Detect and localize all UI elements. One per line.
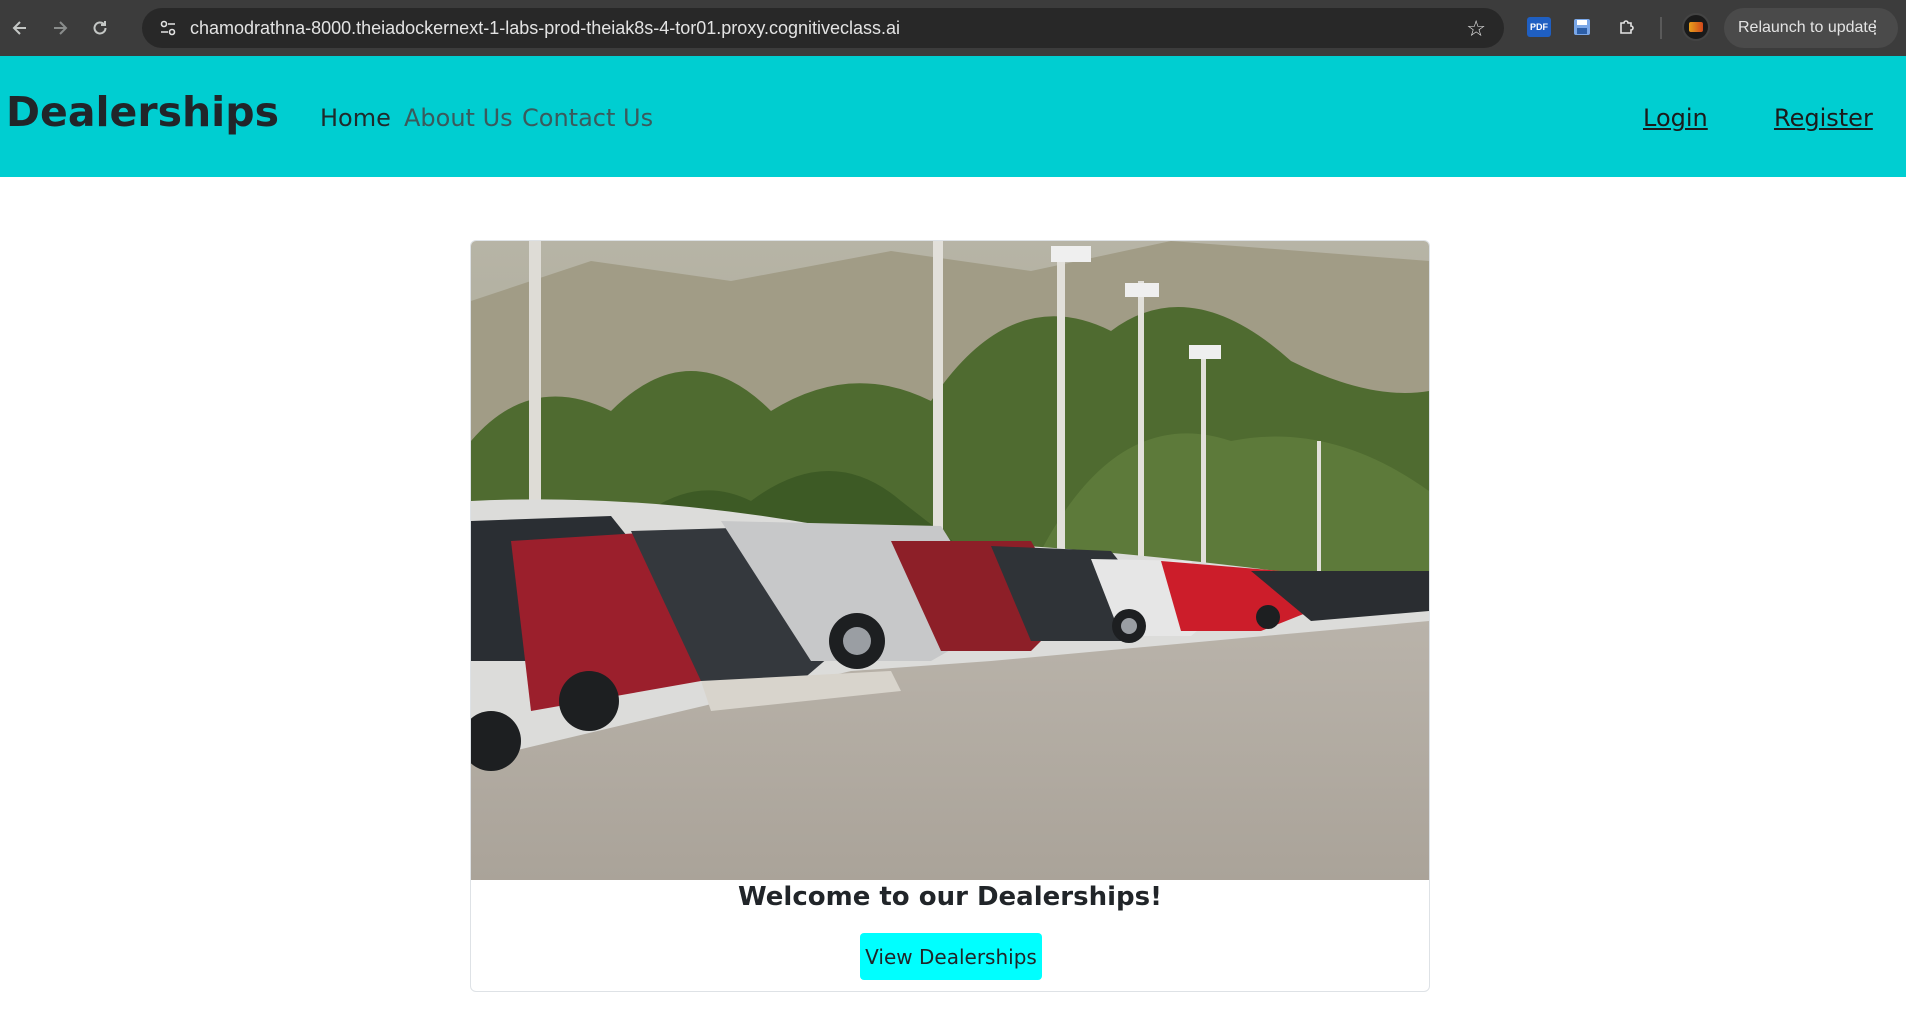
brand-title[interactable]: Dealerships <box>6 88 279 136</box>
register-link[interactable]: Register <box>1774 104 1873 132</box>
save-icon[interactable] <box>1567 12 1597 42</box>
star-icon[interactable]: ☆ <box>1466 16 1486 42</box>
avatar[interactable] <box>1682 13 1710 41</box>
pdf-extension-icon[interactable]: PDF <box>1524 12 1554 42</box>
site-navbar: Dealerships Home About Us Contact Us Log… <box>0 56 1906 177</box>
back-arrow-icon[interactable] <box>0 8 40 48</box>
login-link[interactable]: Login <box>1643 104 1708 132</box>
view-dealerships-button[interactable]: View Dealerships <box>860 933 1042 980</box>
car-lot-image <box>471 241 1429 880</box>
welcome-card: Welcome to our Dealerships! View Dealers… <box>470 240 1430 992</box>
address-bar[interactable]: chamodrathna-8000.theiadockernext-1-labs… <box>142 8 1504 48</box>
tune-icon[interactable] <box>150 19 186 37</box>
toolbar-divider <box>1660 17 1662 39</box>
welcome-title: Welcome to our Dealerships! <box>738 882 1162 912</box>
url-text[interactable]: chamodrathna-8000.theiadockernext-1-labs… <box>190 18 900 39</box>
relaunch-button[interactable]: Relaunch to update ⋮ <box>1724 8 1898 48</box>
nav-about-us[interactable]: About Us <box>404 104 513 132</box>
puzzle-icon[interactable] <box>1612 12 1642 42</box>
more-vert-icon[interactable]: ⋮ <box>1866 16 1884 38</box>
nav-contact-us[interactable]: Contact Us <box>522 104 653 132</box>
browser-toolbar: chamodrathna-8000.theiadockernext-1-labs… <box>0 0 1906 56</box>
forward-arrow-icon[interactable] <box>40 8 80 48</box>
nav-home[interactable]: Home <box>320 104 391 132</box>
reload-icon[interactable] <box>80 8 120 48</box>
